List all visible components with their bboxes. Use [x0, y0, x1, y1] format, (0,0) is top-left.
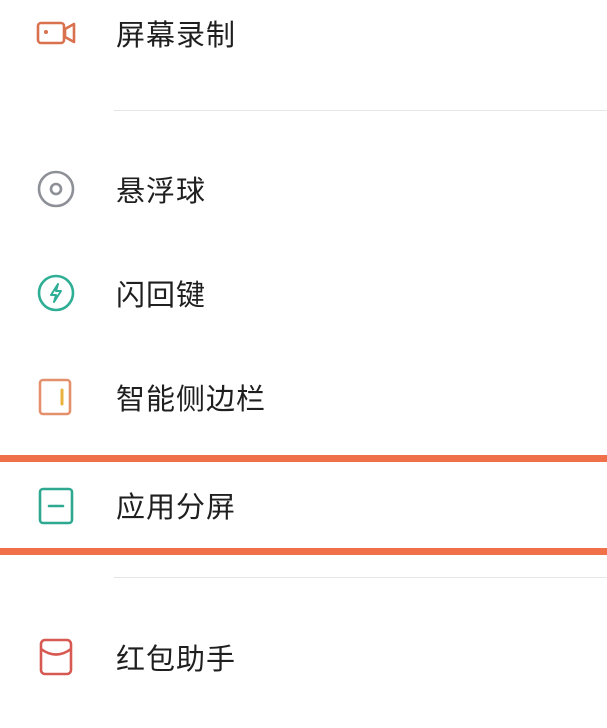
list-item-split-screen[interactable]: 应用分屏: [0, 462, 607, 548]
lightning-icon: [34, 271, 78, 315]
list-item-red-envelope-assistant[interactable]: 红包助手: [0, 617, 607, 697]
sidebar-icon: [34, 375, 78, 419]
floating-ball-icon: [34, 167, 78, 211]
settings-screen: 屏幕录制 悬浮球 闪回键 智能侧边栏 应用分屏 红包助手: [0, 0, 607, 728]
list-item-label: 悬浮球: [116, 174, 207, 208]
section-divider: [114, 110, 607, 111]
list-item-screen-recording[interactable]: 屏幕录制: [0, 0, 607, 73]
list-item-label: 红包助手: [116, 642, 237, 676]
red-envelope-icon: [34, 635, 78, 679]
list-item-floating-ball[interactable]: 悬浮球: [0, 149, 607, 229]
list-item-label: 屏幕录制: [116, 18, 237, 52]
list-item-flashback-key[interactable]: 闪回键: [0, 253, 607, 333]
highlight-line-bottom: [0, 548, 607, 555]
list-item-label: 闪回键: [116, 278, 207, 312]
list-item-smart-sidebar[interactable]: 智能侧边栏: [0, 357, 607, 437]
highlight-line-top: [0, 455, 607, 462]
split-screen-icon: [34, 484, 78, 528]
list-item-label: 智能侧边栏: [116, 382, 267, 416]
video-camera-icon: [34, 11, 78, 55]
section-divider: [114, 577, 607, 578]
list-item-label: 应用分屏: [116, 490, 237, 524]
